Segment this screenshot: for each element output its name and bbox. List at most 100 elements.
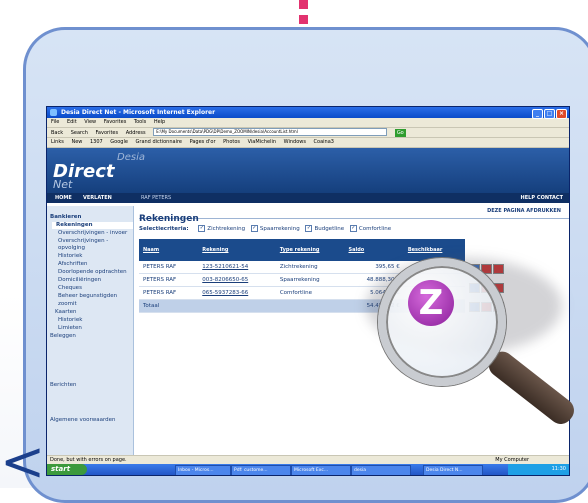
task-desia[interactable]: desia: [351, 465, 411, 475]
link-pages-dor[interactable]: Pages d'or: [190, 139, 216, 145]
logo-desia: Desia: [117, 152, 145, 163]
sidebar-item-beleggen[interactable]: Beleggen: [50, 333, 133, 340]
criteria-label: Selectiecriteria:: [139, 226, 189, 232]
link-google[interactable]: Google: [110, 139, 128, 145]
nav-help[interactable]: HELP: [521, 193, 535, 203]
task-inbox[interactable]: Inbox - Micros...: [175, 465, 231, 475]
swoosh-decoration: <: [0, 430, 46, 493]
menu-help[interactable]: Help: [154, 119, 165, 125]
status-zone: My Computer: [495, 457, 529, 463]
link-photos[interactable]: Photos: [223, 139, 240, 145]
sidebar-item-historiek[interactable]: Historiek: [58, 253, 133, 260]
cell-naam: PETERS RAF: [139, 286, 199, 300]
user-name: RAF PETERS: [141, 195, 172, 201]
col-saldo[interactable]: Saldo: [344, 239, 404, 261]
maximize-button[interactable]: □: [544, 109, 555, 119]
nav-home[interactable]: HOME: [55, 193, 72, 203]
link-coaina3[interactable]: Coaina3: [314, 139, 334, 145]
zoomit-logo: Z: [408, 280, 454, 326]
dash-segment: [299, 0, 308, 9]
sidebar-item-limieten[interactable]: Limieten: [58, 325, 133, 332]
window-titlebar: Desia Direct Net - Microsoft Internet Ex…: [47, 107, 569, 119]
account-link[interactable]: 065-5937283-66: [198, 286, 276, 300]
selection-criteria: Selectiecriteria: ✓ Zichtrekening ✓ Spaarr…: [139, 225, 569, 232]
link-1307[interactable]: 1307: [90, 139, 103, 145]
budgetline-checkbox[interactable]: ✓: [305, 225, 313, 232]
links-label: Links: [51, 139, 64, 145]
status-bar: Done, but with errors on page. My Comput…: [47, 455, 569, 464]
search-button[interactable]: Search: [71, 130, 88, 136]
cell-type: Spaarrekening: [275, 273, 345, 287]
start-button[interactable]: start: [47, 464, 87, 475]
sidebar-item-domicilieringen[interactable]: Domiciliëringen: [58, 277, 133, 284]
site-navbar: HOME VERLATEN RAF PETERS HELP CONTACT: [47, 193, 569, 203]
sidebar-item-algemene-voorwaarden[interactable]: Algemene voorwaarden: [50, 417, 133, 424]
criteria-spaarrekening: Spaarrekening: [259, 226, 300, 232]
menu-file[interactable]: File: [51, 119, 59, 125]
sidebar-item-rekeningen[interactable]: Rekeningen: [52, 222, 133, 229]
ie-icon: [50, 109, 57, 116]
link-grand-dictionnaire[interactable]: Grand dictionnaire: [136, 139, 182, 145]
page-header: Rekeningen DEZE PAGINA AFDRUKKEN: [139, 206, 569, 224]
sidebar-item-bankieren[interactable]: Bankieren: [50, 214, 133, 221]
account-link[interactable]: 123-5210621-54: [198, 261, 276, 274]
spaarrekening-checkbox[interactable]: ✓: [250, 225, 258, 232]
cell-naam: PETERS RAF: [139, 273, 199, 287]
site-banner: Desia Direct Net: [47, 148, 569, 193]
sidebar-item-kaarten-historiek[interactable]: Historiek: [58, 317, 133, 324]
sidebar-item-cheques[interactable]: Cheques: [58, 285, 133, 292]
col-naam[interactable]: Naam: [139, 239, 199, 261]
dash-segment: [299, 15, 308, 24]
cell-type: Comfortline: [275, 286, 345, 300]
menu-tools[interactable]: Tools: [134, 119, 146, 125]
cell-naam: PETERS RAF: [139, 261, 199, 274]
page-title: Rekeningen: [139, 214, 199, 224]
menu-bar: File Edit View Favorites Tools Help: [47, 118, 569, 128]
taskbar: start Inbox - Micros... Pdf: custome... …: [47, 464, 569, 475]
criteria-zichtrekening: Zichtrekening: [207, 226, 246, 232]
links-bar: Links New 1307 Google Grand dictionnaire…: [47, 138, 569, 148]
favorites-button[interactable]: Favorites: [96, 130, 119, 136]
menu-edit[interactable]: Edit: [67, 119, 77, 125]
sidebar-item-overschrijvingen-opvolging[interactable]: Overschrijvingen - opvolging: [58, 238, 133, 252]
logo-net: Net: [53, 178, 73, 191]
total-label: Totaal: [139, 299, 199, 313]
back-button[interactable]: Back: [51, 130, 63, 136]
col-rekening[interactable]: Rekening: [198, 239, 276, 261]
nav-contact[interactable]: CONTACT: [537, 193, 563, 203]
nav-verlaten[interactable]: VERLATEN: [83, 193, 112, 203]
menu-favorites[interactable]: Favorites: [104, 119, 127, 125]
sidebar-item-kaarten[interactable]: Kaarten: [55, 309, 133, 316]
close-button[interactable]: ×: [556, 109, 567, 119]
criteria-comfortline: Comfortline: [358, 226, 392, 232]
criteria-budgetline: Budgetline: [314, 226, 345, 232]
sidebar-item-afschriften[interactable]: Afschriften: [58, 261, 133, 268]
minimize-button[interactable]: _: [532, 109, 543, 119]
comfortline-checkbox[interactable]: ✓: [349, 225, 357, 232]
sidebar-item-beheer-begunstigden[interactable]: Beheer begunstigden: [58, 293, 133, 300]
link-windows[interactable]: Windows: [284, 139, 306, 145]
sidebar-item-berichten[interactable]: Berichten: [50, 382, 133, 389]
window-title: Desia Direct Net - Microsoft Internet Ex…: [61, 109, 216, 116]
clock: 11:30: [508, 464, 569, 475]
address-input[interactable]: E:\My Documents\Data\PDG\DP\Demo_ZOOMIN\…: [153, 128, 388, 136]
task-excel[interactable]: Microsoft Exc...: [291, 465, 351, 475]
address-label: Address: [125, 129, 146, 136]
go-button[interactable]: Go: [394, 128, 406, 137]
zichtrekening-checkbox[interactable]: ✓: [198, 225, 206, 232]
toolbar: Back Search Favorites Address E:\My Docu…: [47, 128, 569, 138]
task-desia-direct[interactable]: Desia Direct N...: [423, 465, 483, 475]
status-text: Done, but with errors on page.: [50, 457, 127, 463]
account-link[interactable]: 003-8206650-65: [198, 273, 276, 287]
cell-type: Zichtrekening: [275, 261, 345, 274]
print-page-link[interactable]: DEZE PAGINA AFDRUKKEN: [487, 208, 561, 214]
link-new[interactable]: New: [71, 139, 82, 145]
sidebar-item-overschrijvingen-invoer[interactable]: Overschrijvingen - invoer: [58, 230, 133, 237]
sidebar: Bankieren Rekeningen Overschrijvingen - …: [47, 206, 134, 461]
menu-view[interactable]: View: [84, 119, 96, 125]
sidebar-item-zoomit[interactable]: zoomit: [58, 301, 133, 308]
link-viamichelin[interactable]: ViaMichelin: [248, 139, 276, 145]
col-type[interactable]: Type rekening: [275, 239, 345, 261]
task-pdf[interactable]: Pdf: custome...: [231, 465, 291, 475]
sidebar-item-doorlopende-opdrachten[interactable]: Doorlopende opdrachten: [58, 269, 133, 276]
